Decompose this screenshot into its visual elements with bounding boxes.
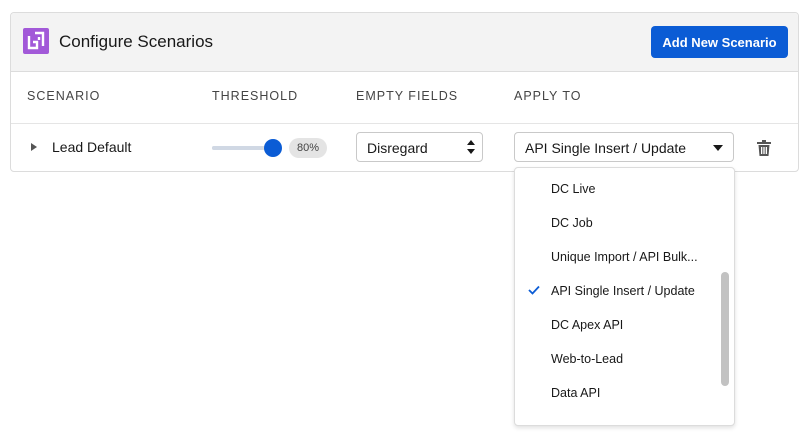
dropdown-option-dc-job[interactable]: DC Job (515, 206, 720, 240)
up-down-arrows-icon (467, 140, 475, 156)
column-header-empty-fields: EMPTY FIELDS (356, 89, 459, 103)
empty-fields-value: Disregard (367, 140, 428, 156)
column-header-scenario: SCENARIO (27, 89, 101, 103)
checkmark-icon (528, 285, 540, 295)
apply-to-select[interactable]: API Single Insert / Update (514, 132, 734, 162)
page-title: Configure Scenarios (59, 32, 214, 51)
expand-caret-icon[interactable] (31, 143, 37, 151)
dc-logo-icon (23, 28, 49, 54)
scenario-name: Lead Default (52, 139, 132, 155)
add-new-scenario-button[interactable]: Add New Scenario (651, 26, 788, 58)
column-header-threshold: THRESHOLD (212, 89, 299, 103)
dropdown-option-dc-apex-api[interactable]: DC Apex API (515, 308, 720, 342)
trash-icon[interactable] (757, 140, 771, 156)
empty-fields-select[interactable]: Disregard (356, 132, 483, 162)
row-divider (11, 123, 798, 124)
apply-to-dropdown-menu: DC Live DC Job Unique Import / API Bulk.… (514, 167, 735, 426)
dropdown-option-web-to-lead[interactable]: Web-to-Lead (515, 342, 720, 376)
threshold-value-badge: 80% (289, 138, 327, 158)
dropdown-option-unique-import[interactable]: Unique Import / API Bulk... (515, 240, 720, 274)
card-header: Configure Scenarios Add New Scenario (11, 13, 798, 72)
dropdown-option-api-single-insert[interactable]: API Single Insert / Update (515, 274, 720, 308)
scenarios-card: Configure Scenarios Add New Scenario SCE… (10, 12, 799, 172)
dropdown-option-dc-live[interactable]: DC Live (515, 172, 720, 206)
dropdown-option-data-api[interactable]: Data API (515, 376, 720, 410)
apply-to-value: API Single Insert / Update (525, 140, 687, 156)
column-header-apply-to: APPLY TO (514, 89, 582, 103)
dropdown-scrollbar[interactable] (721, 272, 729, 386)
chevron-down-icon (713, 145, 723, 151)
threshold-slider-fill (212, 146, 264, 150)
threshold-slider-thumb[interactable] (264, 139, 282, 157)
